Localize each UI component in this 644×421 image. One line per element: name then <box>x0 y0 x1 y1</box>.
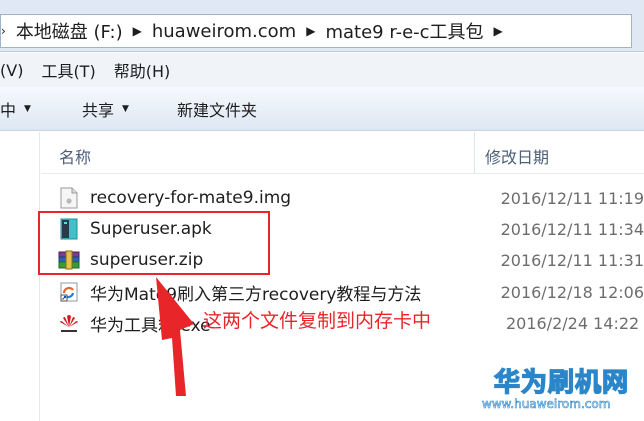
annotation-arrow-icon <box>156 277 194 396</box>
watermark-url: www.huaweirom.com <box>482 397 611 412</box>
watermark-title: 华为刷机网 <box>493 367 630 398</box>
annotation-note: 这两个文件复制到内存卡中 <box>203 310 432 332</box>
